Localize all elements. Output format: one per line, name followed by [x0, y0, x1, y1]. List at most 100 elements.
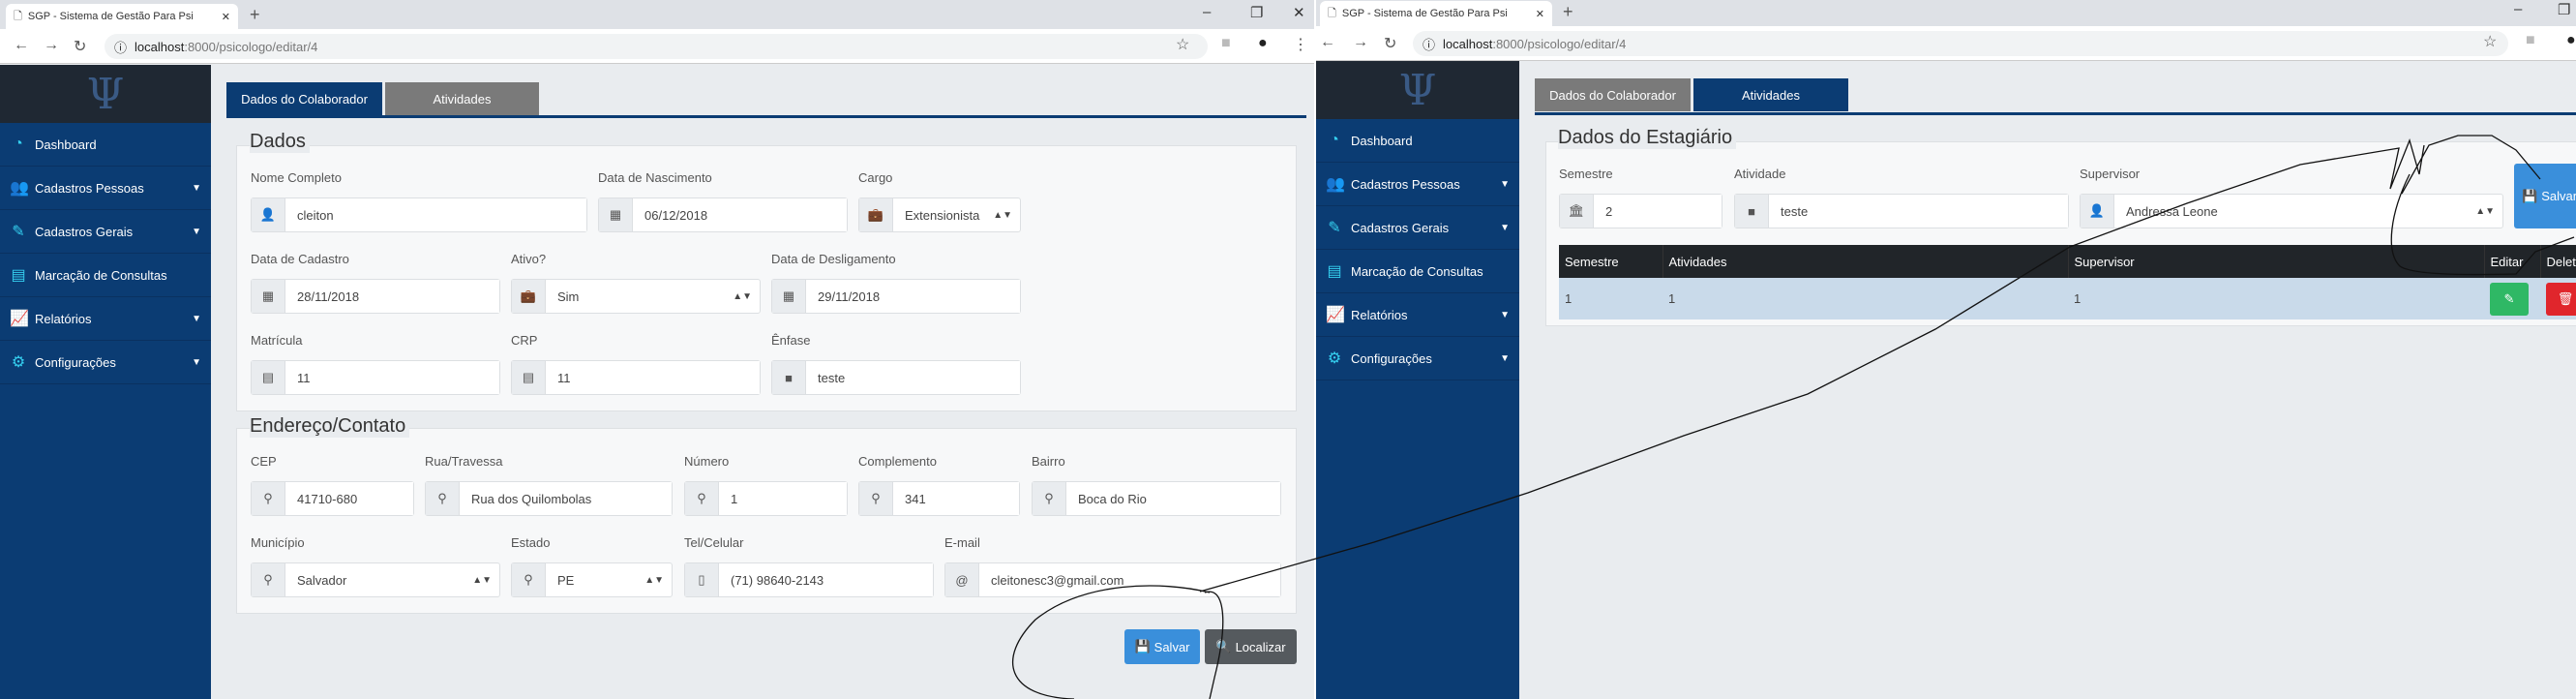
sidebar-item-marcacao-consultas[interactable]: ▤ Marcação de Consultas [1316, 250, 1519, 293]
sidebar-item-configuracoes[interactable]: ⚙ Configurações ▼ [0, 341, 211, 384]
complemento-input[interactable] [893, 482, 1019, 515]
close-window-button[interactable]: ✕ [1293, 4, 1305, 21]
minimize-button[interactable]: – [2514, 1, 2522, 17]
map-marker-icon: ⚲ [252, 482, 285, 515]
save-icon: 💾 [2522, 188, 2538, 203]
atividades-table: Semestre Atividades Supervisor Editar De… [1559, 245, 2576, 319]
salvar-button[interactable]: 💾 Salvar [2514, 164, 2576, 228]
chart-line-icon: 📈 [10, 311, 29, 327]
field-ativo: Ativo? 💼 Sim ▲▼ [511, 252, 761, 314]
sidebar-item-marcacao-consultas[interactable]: ▤ Marcação de Consultas [0, 254, 211, 297]
cep-input[interactable] [285, 482, 413, 515]
select-arrows-icon: ▲▼ [993, 209, 1012, 221]
crp-input[interactable] [546, 361, 760, 394]
bookmark-star-icon[interactable]: ☆ [1176, 35, 1189, 54]
atividade-input[interactable] [1769, 195, 2068, 228]
back-icon[interactable]: ← [1320, 34, 1335, 51]
salvar-button[interactable]: 💾 Salvar [1124, 629, 1200, 664]
field-rua: Rua/Travessa ⚲ [425, 454, 673, 516]
localizar-button[interactable]: 🔍 Localizar [1205, 629, 1297, 664]
briefcase-icon: 💼 [512, 280, 546, 313]
nome-completo-input[interactable] [285, 198, 586, 231]
cargo-select[interactable]: Extensionista ▲▼ [893, 198, 1020, 231]
gear-icon: ⚙ [1327, 350, 1342, 367]
browser-tab[interactable]: 🗋 SGP - Sistema de Gestão Para Psi ✕ [6, 4, 238, 29]
save-icon: 💾 [1134, 639, 1151, 653]
data-nascimento-input[interactable] [633, 198, 847, 231]
tab-atividades[interactable]: Atividades [385, 82, 539, 115]
estado-select[interactable]: PE ▲▼ [546, 563, 672, 596]
field-municipio: Município ⚲ Salvador ▲▼ [251, 535, 500, 597]
forward-icon[interactable]: → [1353, 34, 1368, 51]
search-icon: 🔍 [1215, 639, 1232, 653]
extension-icon[interactable]: ■ [1221, 35, 1231, 52]
restore-button[interactable]: ❐ [2558, 1, 2570, 18]
enfase-input[interactable] [806, 361, 1020, 394]
sidebar-item-relatorios[interactable]: 📈 Relatórios ▼ [1316, 293, 1519, 337]
email-input[interactable] [979, 563, 1280, 596]
municipio-select[interactable]: Salvador ▲▼ [285, 563, 499, 596]
reload-icon[interactable]: ↻ [1384, 34, 1396, 53]
field-semestre: Semestre 🏛 [1559, 167, 1722, 228]
column-header-deletar: Deletar [2540, 245, 2576, 278]
edit-button[interactable]: ✎ [2490, 282, 2529, 316]
bairro-input[interactable] [1066, 482, 1280, 515]
university-icon: 🏛 [1560, 195, 1594, 228]
chevron-down-icon: ▼ [192, 313, 201, 324]
forward-icon[interactable]: → [44, 37, 59, 54]
data-cadastro-input[interactable] [285, 280, 499, 313]
new-tab-button[interactable]: + [250, 5, 260, 25]
clipboard-icon: ▤ [11, 267, 26, 284]
column-header-semestre: Semestre [1559, 245, 1663, 278]
ativo-select[interactable]: Sim ▲▼ [546, 280, 760, 313]
tab-dados-colaborador[interactable]: Dados do Colaborador [226, 82, 382, 115]
field-complemento: Complemento ⚲ [858, 454, 1020, 516]
sidebar-item-dashboard[interactable]: ◔ Dashboard [1316, 119, 1519, 163]
extension-icon[interactable]: ■ [2526, 32, 2535, 49]
delete-button[interactable]: 🗑 [2546, 282, 2576, 316]
sidebar-item-cadastros-gerais[interactable]: ✎ Cadastros Gerais ▼ [0, 210, 211, 254]
sidebar-item-cadastros-gerais[interactable]: ✎ Cadastros Gerais ▼ [1316, 206, 1519, 250]
semestre-input[interactable] [1594, 195, 1722, 228]
menu-icon[interactable]: ⋮ [1293, 35, 1308, 54]
sidebar-item-dashboard[interactable]: ◔ Dashboard [0, 123, 211, 167]
numero-input[interactable] [719, 482, 847, 515]
field-data-cadastro: Data de Cadastro ▦ [251, 252, 500, 314]
restore-button[interactable]: ❐ [1250, 4, 1263, 21]
data-desligamento-input[interactable] [806, 280, 1020, 313]
cell-semestre: 1 [1559, 278, 1662, 319]
supervisor-select[interactable]: Andressa Leone ▲▼ [2114, 195, 2502, 228]
sidebar-item-relatorios[interactable]: 📈 Relatórios ▼ [0, 297, 211, 341]
page-icon: 🗋 [14, 10, 22, 22]
tab-dados-colaborador[interactable]: Dados do Colaborador [1535, 78, 1691, 111]
back-icon[interactable]: ← [14, 37, 29, 54]
tab-atividades[interactable]: Atividades [1693, 78, 1848, 111]
map-marker-icon: ⚲ [685, 482, 719, 515]
profile-avatar[interactable]: ● [2566, 32, 2576, 49]
browser-window-right: 🗋 SGP - Sistema de Gestão Para Psi ✕ + – ❐… [1316, 0, 2576, 699]
rua-input[interactable] [460, 482, 672, 515]
reload-icon[interactable]: ↻ [74, 37, 86, 56]
map-marker-icon: ⚲ [426, 482, 460, 515]
clipboard-icon: ▤ [1327, 263, 1342, 280]
edit-icon: ✎ [2503, 290, 2515, 306]
minimize-button[interactable]: – [1203, 4, 1211, 20]
close-tab-icon[interactable]: ✕ [222, 11, 230, 23]
matricula-input[interactable] [285, 361, 499, 394]
url-field[interactable]: ⓘ localhost:8000/psicologo/editar/4 [105, 34, 1208, 59]
url-field[interactable]: ⓘ localhost:8000/psicologo/editar/4 [1413, 31, 2508, 56]
legend-estagiario: Dados do Estagiário [1558, 127, 1737, 149]
telefone-input[interactable] [719, 563, 933, 596]
bookmark-star-icon[interactable]: ☆ [2483, 32, 2497, 51]
sidebar-item-cadastros-pessoas[interactable]: 👥 Cadastros Pessoas ▼ [1316, 163, 1519, 206]
users-icon: 👥 [1326, 176, 1345, 193]
id-card-icon: ▤ [512, 361, 546, 394]
browser-tab[interactable]: 🗋 SGP - Sistema de Gestão Para Psi ✕ [1320, 1, 1552, 26]
close-tab-icon[interactable]: ✕ [1536, 8, 1544, 20]
sidebar-item-cadastros-pessoas[interactable]: 👥 Cadastros Pessoas ▼ [0, 167, 211, 210]
dashboard-icon: ◔ [1330, 132, 1339, 148]
profile-avatar[interactable]: ● [1258, 35, 1268, 52]
new-tab-button[interactable]: + [1563, 2, 1573, 22]
tab-underline [1535, 112, 2576, 115]
sidebar-item-configuracoes[interactable]: ⚙ Configurações ▼ [1316, 337, 1519, 380]
